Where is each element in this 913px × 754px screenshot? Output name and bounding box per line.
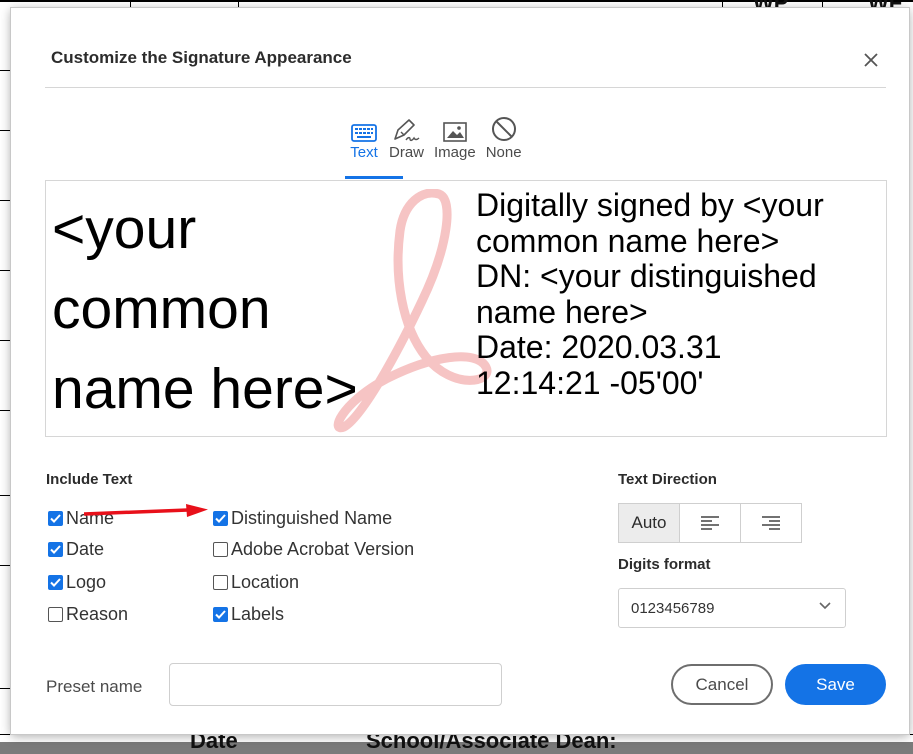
bg-rule [0, 565, 11, 566]
signature-preview: <your common name here> Digitally signed… [45, 180, 887, 437]
checkbox-box[interactable] [48, 511, 63, 526]
text-direction-label: Text Direction [618, 471, 717, 488]
checkbox-label: Logo [66, 572, 107, 592]
digits-format-label: Digits format [618, 556, 711, 573]
bg-rule [238, 0, 239, 8]
direction-left-button[interactable] [680, 504, 741, 542]
pen-icon [392, 113, 422, 143]
left-align-icon [701, 516, 719, 530]
bg-rule [0, 340, 11, 341]
signature-type-tabs: Text Draw Image None [344, 113, 527, 162]
bg-rule [722, 0, 723, 8]
tab-label: Text [350, 144, 378, 161]
signature-appearance-dialog: Customize the Signature Appearance Text [11, 8, 909, 734]
right-align-icon [762, 516, 780, 530]
chevron-down-icon [819, 602, 831, 610]
direction-auto-button[interactable]: Auto [619, 504, 680, 542]
none-icon [489, 113, 519, 143]
cancel-button[interactable]: Cancel [671, 664, 773, 705]
checkbox-box[interactable] [213, 511, 228, 526]
bg-rule [0, 410, 11, 411]
close-button[interactable] [859, 48, 883, 72]
checkbox-label: Date [66, 539, 105, 559]
image-icon [440, 113, 470, 143]
checkbox-location[interactable]: Location [213, 572, 299, 593]
preview-detail-line: DN: <your distinguished [476, 258, 817, 294]
tab-image[interactable]: Image [429, 113, 481, 162]
checkbox-label: Distinguished Name [231, 508, 393, 528]
preview-common-name: <your common name here> [52, 189, 472, 429]
red-arrow-annotation [84, 504, 208, 517]
checkbox-distinguished-name[interactable]: Distinguished Name [213, 508, 392, 529]
save-button[interactable]: Save [785, 664, 886, 705]
tab-text[interactable]: Text [344, 113, 384, 162]
tab-label: None [485, 144, 522, 161]
bg-rule [0, 270, 11, 271]
direction-right-button[interactable] [741, 504, 801, 542]
bg-rule [0, 130, 11, 131]
preview-detail-line: common name here> [476, 222, 780, 259]
title-divider [45, 87, 886, 88]
preview-detail-line: Date: 2020.03.31 [476, 329, 722, 365]
checkbox-box[interactable] [213, 542, 228, 557]
preview-detail-line: Digitally signed by <your [476, 187, 824, 223]
preview-detail-line: name here> [476, 293, 648, 330]
checkbox-label: Location [231, 572, 300, 592]
bg-rule [0, 200, 11, 201]
include-text-label: Include Text [46, 471, 133, 488]
preset-name-label: Preset name [46, 677, 143, 696]
tab-label: Image [434, 144, 476, 161]
checkbox-date[interactable]: Date [48, 539, 104, 560]
preview-name-line: common [52, 277, 271, 341]
checkbox-box[interactable] [48, 542, 63, 557]
preview-detail-line: 12:14:21 -05'00' [476, 364, 704, 401]
text-direction-group: Auto [618, 503, 802, 543]
tab-label: Draw [389, 144, 425, 161]
bg-rule [822, 0, 823, 8]
dialog-title: Customize the Signature Appearance [51, 48, 352, 67]
preview-name-line: name here> [52, 357, 358, 421]
keyboard-icon [349, 113, 379, 143]
checkbox-label: Reason [66, 604, 129, 624]
checkbox-box[interactable] [48, 575, 63, 590]
checkbox-labels[interactable]: Labels [213, 604, 284, 625]
preview-name-line: <your [52, 197, 197, 261]
bg-rule [130, 0, 131, 8]
checkbox-reason[interactable]: Reason [48, 604, 128, 625]
checkbox-label: Adobe Acrobat Version [231, 539, 415, 559]
digits-format-select[interactable]: 0123456789 [618, 588, 846, 628]
tab-none[interactable]: None [481, 113, 527, 162]
bg-rule [0, 70, 11, 71]
bg-rule [0, 688, 11, 689]
checkbox-label: Labels [231, 604, 285, 624]
preview-signature-details: Digitally signed by <your common name he… [476, 187, 881, 401]
checkbox-box[interactable] [48, 607, 63, 622]
checkbox-box[interactable] [213, 575, 228, 590]
digits-format-value: 0123456789 [631, 599, 715, 617]
checkbox-logo[interactable]: Logo [48, 572, 106, 593]
preset-name-input[interactable] [169, 663, 502, 706]
checkbox-box[interactable] [213, 607, 228, 622]
close-icon [864, 53, 878, 67]
active-tab-indicator [345, 176, 403, 179]
checkbox-acrobat-version[interactable]: Adobe Acrobat Version [213, 539, 414, 560]
tab-draw[interactable]: Draw [384, 113, 429, 162]
bg-rule [0, 495, 11, 496]
